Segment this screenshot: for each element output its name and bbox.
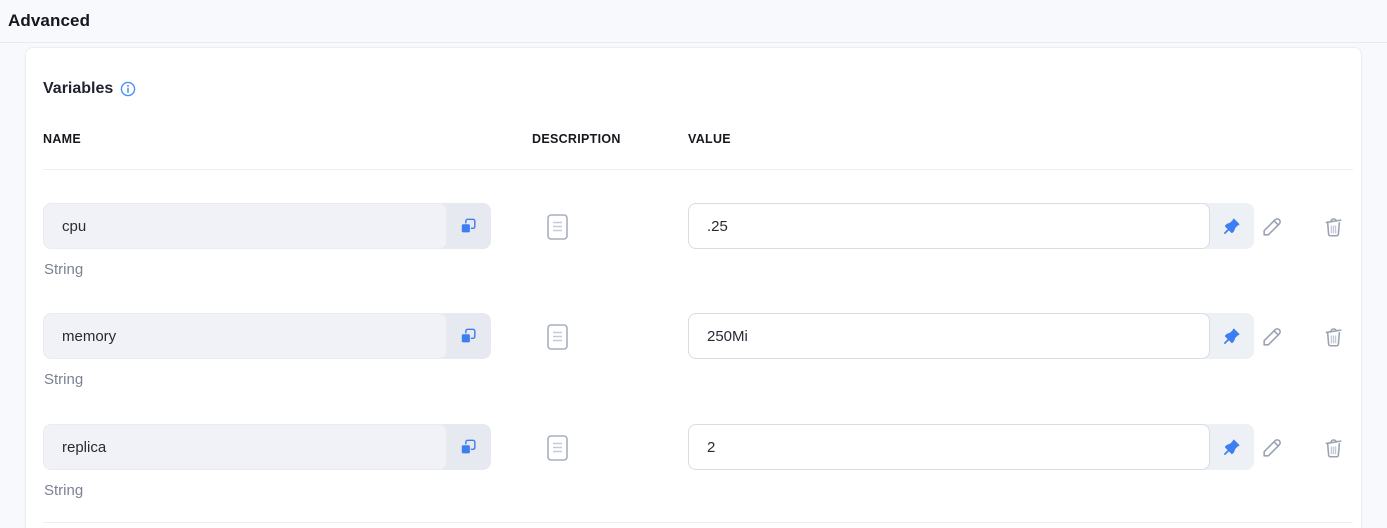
pencil-icon	[1260, 324, 1285, 349]
variable-row-memory: String	[43, 313, 1355, 399]
edit-variable-button[interactable]	[1254, 429, 1290, 465]
variables-panel: Variables NAME DESCRIPTION VALUE	[25, 47, 1362, 528]
bottom-divider	[43, 522, 1353, 523]
variable-row-cpu: String	[43, 203, 1355, 289]
document-icon	[547, 324, 568, 350]
document-icon	[547, 214, 568, 240]
variable-value-group	[688, 203, 1254, 249]
column-header-description: DESCRIPTION	[532, 132, 621, 146]
trash-icon	[1321, 214, 1346, 239]
pin-icon	[1221, 437, 1242, 458]
variable-name-input[interactable]	[43, 424, 447, 470]
copy-icon	[459, 438, 477, 456]
panel-title: Variables	[43, 80, 113, 98]
copy-icon	[459, 217, 477, 235]
variable-row-replica: String	[43, 424, 1355, 510]
variable-value-input[interactable]	[688, 203, 1210, 249]
variable-name-group	[43, 424, 491, 470]
variable-name-group	[43, 313, 491, 359]
delete-variable-button[interactable]	[1315, 318, 1351, 354]
page-header: Advanced	[0, 0, 1387, 43]
column-header-name: NAME	[43, 132, 81, 146]
edit-variable-button[interactable]	[1254, 208, 1290, 244]
description-button[interactable]	[546, 434, 568, 461]
variables-info-button[interactable]	[120, 81, 136, 97]
edit-variable-button[interactable]	[1254, 318, 1290, 354]
copy-icon	[459, 327, 477, 345]
header-divider	[43, 169, 1353, 170]
variable-name-group	[43, 203, 491, 249]
info-icon	[120, 81, 136, 97]
variable-name-input[interactable]	[43, 203, 447, 249]
page-title: Advanced	[8, 11, 90, 31]
variable-value-input[interactable]	[688, 424, 1210, 470]
trash-icon	[1321, 435, 1346, 460]
column-header-value: VALUE	[688, 132, 731, 146]
variable-type-label: String	[44, 371, 83, 388]
variable-value-group	[688, 313, 1254, 359]
variable-type-label: String	[44, 482, 83, 499]
description-button[interactable]	[546, 323, 568, 350]
delete-variable-button[interactable]	[1315, 429, 1351, 465]
document-icon	[547, 435, 568, 461]
description-button[interactable]	[546, 213, 568, 240]
pin-icon	[1221, 216, 1242, 237]
variable-value-group	[688, 424, 1254, 470]
delete-variable-button[interactable]	[1315, 208, 1351, 244]
variable-name-input[interactable]	[43, 313, 447, 359]
variable-type-label: String	[44, 261, 83, 278]
pencil-icon	[1260, 214, 1285, 239]
pencil-icon	[1260, 435, 1285, 460]
trash-icon	[1321, 324, 1346, 349]
panel-title-row: Variables	[43, 79, 136, 99]
variable-value-input[interactable]	[688, 313, 1210, 359]
table-header-row: NAME DESCRIPTION VALUE	[26, 132, 1361, 148]
pin-icon	[1221, 326, 1242, 347]
